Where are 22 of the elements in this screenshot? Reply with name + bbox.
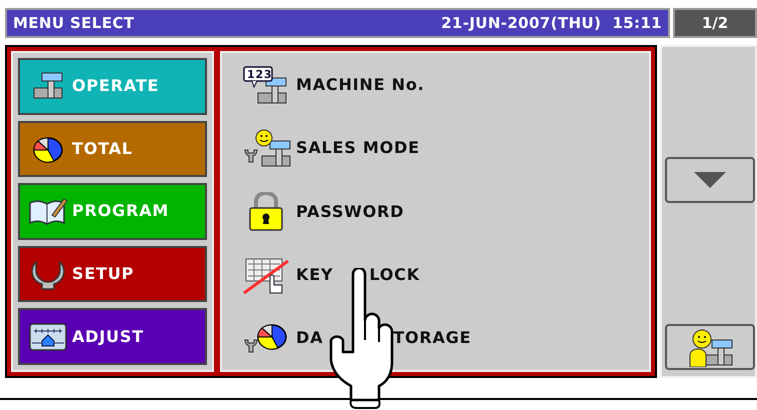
menu-item-label: PASSWORD (296, 200, 404, 222)
down-triangle-icon (694, 172, 726, 188)
screen-title: MENU SELECT (13, 12, 134, 34)
menu-item-label: DA (296, 327, 324, 349)
operator-button[interactable] (665, 324, 755, 370)
menu-item-label: SALES MODE (296, 137, 420, 160)
menu-item-label: MACHINE No. (296, 74, 425, 96)
menu-item-label: LOCK (369, 264, 420, 286)
category-button[interactable]: ADJUST (18, 308, 207, 365)
category-button[interactable]: SETUP (18, 246, 207, 302)
menu-item-label: KEY (296, 264, 334, 286)
page-indicator: 1/2 (673, 8, 757, 38)
scroll-down-button[interactable] (665, 157, 755, 203)
menu-item[interactable]: PASSWORD (242, 186, 629, 238)
date-time: 21-JUN-2007(THU) 15:11 (441, 12, 662, 34)
menu-item[interactable]: SALES MODE (242, 122, 629, 174)
menu-item[interactable]: DA TORAGE (242, 312, 629, 364)
menu-item[interactable]: KEY LOCK (242, 248, 629, 301)
menu-item-label: TORAGE (393, 327, 472, 349)
gauge-icon (28, 320, 68, 353)
menu-item[interactable]: 123 MACHINE No. (242, 59, 629, 111)
category-button[interactable]: TOTAL (18, 120, 207, 178)
